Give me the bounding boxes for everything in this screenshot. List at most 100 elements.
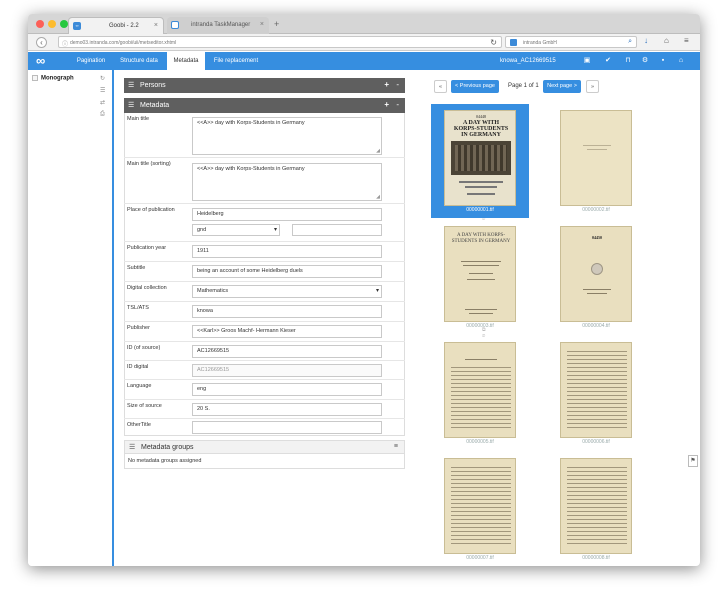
tab-pagination[interactable]: Pagination xyxy=(70,52,112,70)
field-label: Digital collection xyxy=(127,285,167,291)
image-icon[interactable]: ▣ xyxy=(582,56,592,66)
reload-icon[interactable]: ↻ xyxy=(490,38,497,47)
thumbnail-filename: 00000007.tif xyxy=(466,555,494,561)
metadata-row-digital-collection: Digital collection Mathematics ⧉ ⊘ xyxy=(124,282,486,302)
metadata-row-id-source: ID (of source) AC12669515 ⧉ ⊘ xyxy=(124,342,486,361)
tab-structure-data[interactable]: Structure data xyxy=(114,52,164,70)
goobi-logo[interactable]: ∞ xyxy=(36,54,58,67)
thumbnail-00000003[interactable]: A DAY WITH KORPS-STUDENTS IN GERMANY 000… xyxy=(431,220,529,334)
first-page-button[interactable]: « xyxy=(434,80,447,93)
metadata-groups-title: Metadata groups xyxy=(141,444,194,451)
id-source-field[interactable]: AC12669515 xyxy=(192,345,382,358)
next-page-button[interactable]: Next page > xyxy=(543,80,581,93)
previous-page-button[interactable]: < Previous page xyxy=(451,80,499,93)
digital-collection-select[interactable]: Mathematics xyxy=(192,285,382,298)
tsl-ats-field[interactable]: knowa xyxy=(192,305,382,318)
thumbnail-filename: 00000003.tif xyxy=(466,323,494,329)
page-image: 04450 xyxy=(560,226,632,322)
unlock-icon[interactable]: ⊓ xyxy=(623,56,633,66)
structure-tree-sidebar: Monograph ↻ ☰ ⇄ ⎙ xyxy=(28,70,114,566)
language-field[interactable]: eng xyxy=(192,383,382,396)
zoom-window-button[interactable] xyxy=(60,20,68,28)
metadata-row-language: Language eng ⧉ ⊘ xyxy=(124,380,486,400)
refresh-icon[interactable]: ↻ xyxy=(100,75,105,82)
search-engine-icon[interactable] xyxy=(510,39,517,46)
last-page-button[interactable]: » xyxy=(586,80,599,93)
resize-handle-icon[interactable]: ◢ xyxy=(376,194,380,200)
download-icon[interactable]: ↓ xyxy=(644,36,648,45)
browser-tab-goobi[interactable]: ∞ Goobi - 2.2 × xyxy=(68,17,164,34)
thumbnail-filename: 00000005.tif xyxy=(466,439,494,445)
field-label: Subtitle xyxy=(127,265,146,271)
library-stamp xyxy=(591,263,603,275)
browser-tab-taskmanager[interactable]: intranda TaskManager × xyxy=(167,17,269,34)
add-metadata-button[interactable]: + xyxy=(384,100,389,109)
field-label: Language xyxy=(127,383,152,389)
minimize-window-button[interactable] xyxy=(48,20,56,28)
add-person-button[interactable]: + xyxy=(384,80,389,89)
close-window-button[interactable] xyxy=(36,20,44,28)
url-field[interactable]: ⓘ demo03.intranda.com/goobi/uii/metsedit… xyxy=(58,36,502,48)
new-tab-icon[interactable]: + xyxy=(274,19,279,29)
swap-icon[interactable]: ⇄ xyxy=(100,99,105,106)
size-of-source-field[interactable]: 20 S. xyxy=(192,403,382,416)
close-tab-icon[interactable]: × xyxy=(260,21,264,28)
main-title-sorting-field[interactable]: <<A>> day with Korps-Students in Germany… xyxy=(192,163,382,201)
text-line xyxy=(587,149,607,150)
authority-value-field[interactable] xyxy=(292,224,382,236)
tab-metadata[interactable]: Metadata xyxy=(167,52,205,70)
text-block xyxy=(567,351,627,431)
place-field[interactable]: Heidelberg xyxy=(192,208,382,221)
metadata-row-place: Place of publication Heidelberg gnd ⧉ ⊘ xyxy=(124,204,486,242)
field-value: 20 S. xyxy=(197,406,210,412)
tab-file-replacement[interactable]: File replacement xyxy=(208,52,264,70)
metadata-row-subtitle: Subtitle being an account of some Heidel… xyxy=(124,262,486,282)
thumbnail-00000006[interactable]: 00000006.tif xyxy=(547,336,645,450)
subtitle-field[interactable]: being an account of some Heidelberg duel… xyxy=(192,265,382,278)
thumbnail-00000004[interactable]: 04450 00000004.tif xyxy=(547,220,645,334)
back-button[interactable]: ‹ xyxy=(36,37,47,48)
field-value: AC12669515 xyxy=(197,367,230,373)
info-icon[interactable]: ⓘ xyxy=(62,39,68,48)
publisher-field[interactable]: <<Karl>> Groos Machf- Hermann Kieser xyxy=(192,325,382,338)
browser-window: ∞ Goobi - 2.2 × intranda TaskManager × +… xyxy=(28,14,700,566)
menu-icon[interactable]: ≡ xyxy=(394,443,398,450)
print-icon[interactable]: ⎙ xyxy=(100,111,105,118)
menu-icon[interactable]: ≡ xyxy=(684,36,689,45)
metadata-groups-header: ☰ Metadata groups ≡ xyxy=(124,440,405,454)
check-icon[interactable]: ✔ xyxy=(603,56,613,66)
save-icon[interactable]: ▪ xyxy=(658,56,668,66)
gear-icon[interactable]: ⚙ xyxy=(640,56,650,66)
field-label: ID digital xyxy=(127,364,149,370)
tree-item-monograph[interactable]: Monograph xyxy=(32,75,74,82)
page-indicator: Page 1 of 1 xyxy=(508,83,539,89)
publication-year-field[interactable]: 1911 xyxy=(192,245,382,258)
field-value: AC12669515 xyxy=(197,348,230,354)
search-field[interactable]: intranda GmbH ⌕ xyxy=(505,36,637,48)
thumbnail-00000008[interactable]: 00000008.tif xyxy=(547,452,645,566)
cover-title: A DAY WITH KORPS-STUDENTS IN GERMANY xyxy=(453,120,509,138)
thumbnail-00000005[interactable]: 00000005.tif xyxy=(431,336,529,450)
text-block xyxy=(451,467,511,547)
text-line xyxy=(469,313,493,314)
thumbnail-00000007[interactable]: 00000007.tif xyxy=(431,452,529,566)
list-icon[interactable]: ☰ xyxy=(100,87,105,94)
close-tab-icon[interactable]: × xyxy=(154,22,158,29)
home-icon[interactable]: ⌂ xyxy=(676,56,686,66)
other-title-field[interactable] xyxy=(192,421,382,434)
authority-select[interactable]: gnd xyxy=(192,224,280,236)
tree-toggle-icon[interactable] xyxy=(32,75,38,81)
thumbnail-00000001[interactable]: 04448 A DAY WITH KORPS-STUDENTS IN GERMA… xyxy=(431,104,529,218)
main-title-field[interactable]: <<A>> day with Korps-Students in Germany… xyxy=(192,117,382,155)
resize-handle-icon[interactable]: ◢ xyxy=(376,148,380,154)
text-line xyxy=(587,293,607,294)
thumbnail-00000002[interactable]: 00000002.tif xyxy=(547,104,645,218)
bookmark-icon[interactable]: ⚑ xyxy=(688,455,698,467)
search-icon[interactable]: ⌕ xyxy=(628,38,632,46)
collapse-metadata-button[interactable]: - xyxy=(396,100,399,109)
field-label: Place of publication xyxy=(127,207,175,213)
home-icon[interactable]: ⌂ xyxy=(664,36,669,45)
metadata-title: Metadata xyxy=(140,102,170,109)
collapse-persons-button[interactable]: - xyxy=(396,80,399,89)
field-value: knowa xyxy=(197,308,213,314)
